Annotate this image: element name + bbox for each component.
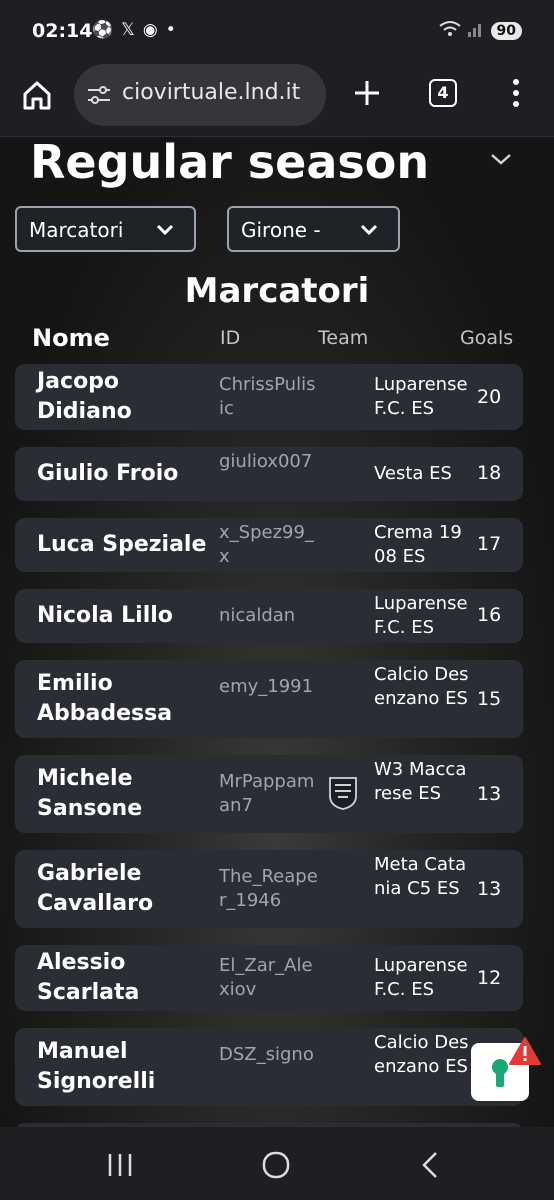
table-row[interactable]: Gabriele Cavallaro The_Reaper_1946 Meta …	[15, 850, 523, 928]
signal-icon	[467, 20, 485, 42]
stats-type-select[interactable]: Marcatori	[15, 206, 196, 252]
player-name: Michele Sansone	[37, 766, 143, 821]
page-title: Regular season	[30, 137, 430, 189]
chevron-down-icon[interactable]	[488, 151, 514, 167]
team-name: Luparense F.C. ES	[374, 955, 468, 1000]
player-id: ChrissPulisic	[219, 374, 316, 419]
column-header-name: Nome	[32, 324, 110, 352]
new-tab-icon[interactable]	[350, 76, 384, 110]
goals-count: 18	[477, 462, 502, 484]
team-name: Luparense F.C. ES	[374, 593, 468, 638]
address-bar[interactable]: ciovirtuale.lnd.it	[74, 64, 326, 126]
wifi-icon	[438, 20, 461, 42]
table-row[interactable]: Nicola Lillo nicaldan Luparense F.C. ES …	[15, 589, 523, 643]
recent-apps-icon[interactable]	[106, 1152, 134, 1178]
player-name: Giulio Froio	[37, 461, 179, 486]
column-header-goals: Goals	[460, 327, 514, 349]
back-icon[interactable]	[420, 1151, 440, 1179]
team-name: Vesta ES	[374, 463, 452, 484]
section-title: Marcatori	[184, 271, 370, 311]
system-navigation-bar	[0, 1127, 554, 1200]
team-name: Meta Catania C5 ES	[374, 854, 467, 899]
site-settings-icon[interactable]	[86, 82, 112, 108]
team-name: Luparense F.C. ES	[374, 374, 468, 419]
team-crest-icon	[329, 777, 357, 810]
player-name: Emilio Abbadessa	[37, 671, 173, 726]
goals-count: 13	[477, 783, 502, 805]
goals-count: 15	[477, 688, 502, 710]
goals-count: 12	[477, 967, 502, 989]
table-row[interactable]: Michele Sansone MrPappaman7 W3 Maccarese…	[15, 755, 523, 833]
warning-icon	[509, 1037, 541, 1065]
player-id: emy_1991	[219, 676, 314, 697]
team-name: W3 Maccarese ES	[374, 759, 467, 804]
goals-count: 20	[477, 386, 502, 408]
page-content: Regular season Marcatori Girone - Marcat…	[0, 137, 554, 1127]
browser-toolbar: ciovirtuale.lnd.it 4	[0, 64, 554, 137]
goals-count: 13	[477, 878, 502, 900]
player-id: x_Spez99_x	[219, 522, 314, 567]
player-name: Jacopo Didiano	[37, 369, 132, 424]
home-nav-icon[interactable]	[262, 1151, 290, 1179]
player-id: nicaldan	[219, 605, 296, 626]
tab-switcher-button[interactable]: 4	[429, 79, 457, 107]
url-text: ciovirtuale.lnd.it	[122, 80, 301, 105]
more-menu-icon[interactable]	[508, 76, 524, 110]
player-name: Luca Speziale	[37, 532, 207, 557]
player-id: giuliox007	[219, 451, 313, 472]
home-icon[interactable]	[20, 78, 54, 112]
table-row[interactable]: Emilio Abbadessa emy_1991 Calcio Desenza…	[15, 660, 523, 738]
player-name: Alessio Scarlata	[37, 950, 140, 1005]
battery-indicator: 90	[490, 22, 522, 40]
dot-icon: •	[165, 20, 176, 40]
player-id: El_Zar_Alexiov	[219, 955, 313, 1000]
player-id: DSZ_signo	[219, 1044, 314, 1065]
soccer-icon: ⚽	[92, 20, 114, 40]
x-icon: 𝕏	[121, 20, 135, 40]
status-bar: 02:14 ⚽ 𝕏 ◉ • 90	[0, 0, 554, 64]
table-row[interactable]: Giulio Froio giuliox007 Vesta ES 18	[15, 447, 523, 501]
player-name: Gabriele Cavallaro	[37, 861, 154, 916]
chevron-down-icon	[360, 224, 378, 236]
player-name: Nicola Lillo	[37, 603, 173, 628]
table-row[interactable]: Luca Speziale x_Spez99_x Crema 1908 ES 1…	[15, 518, 523, 572]
table-row[interactable]: Jacopo Didiano ChrissPulisic Luparense F…	[15, 364, 523, 430]
group-value: Girone -	[241, 218, 321, 242]
player-name: Manuel Signorelli	[37, 1039, 156, 1094]
table-row[interactable]: Manuel Signorelli DSZ_signo Calcio Desen…	[15, 1028, 523, 1106]
player-id: The_Reaper_1946	[219, 866, 318, 911]
goals-count: 17	[477, 533, 502, 555]
group-select[interactable]: Girone -	[227, 206, 400, 252]
team-name: Calcio Desenzano ES	[374, 1032, 469, 1077]
team-name: Calcio Desenzano ES	[374, 664, 469, 709]
column-header-team: Team	[318, 327, 369, 349]
chevron-down-icon	[156, 224, 174, 236]
player-id: MrPappaman7	[219, 771, 315, 816]
column-header-id: ID	[220, 327, 241, 349]
notification-icons: ⚽ 𝕏 ◉ •	[92, 20, 176, 40]
discord-icon: ◉	[142, 20, 158, 40]
team-name: Crema 1908 ES	[374, 522, 462, 567]
status-time: 02:14	[32, 20, 93, 42]
table-row[interactable]: Alessio Scarlata El_Zar_Alexiov Luparens…	[15, 945, 523, 1011]
stats-type-value: Marcatori	[29, 218, 124, 242]
system-icons: 90	[438, 20, 522, 42]
goals-count: 16	[477, 604, 502, 626]
